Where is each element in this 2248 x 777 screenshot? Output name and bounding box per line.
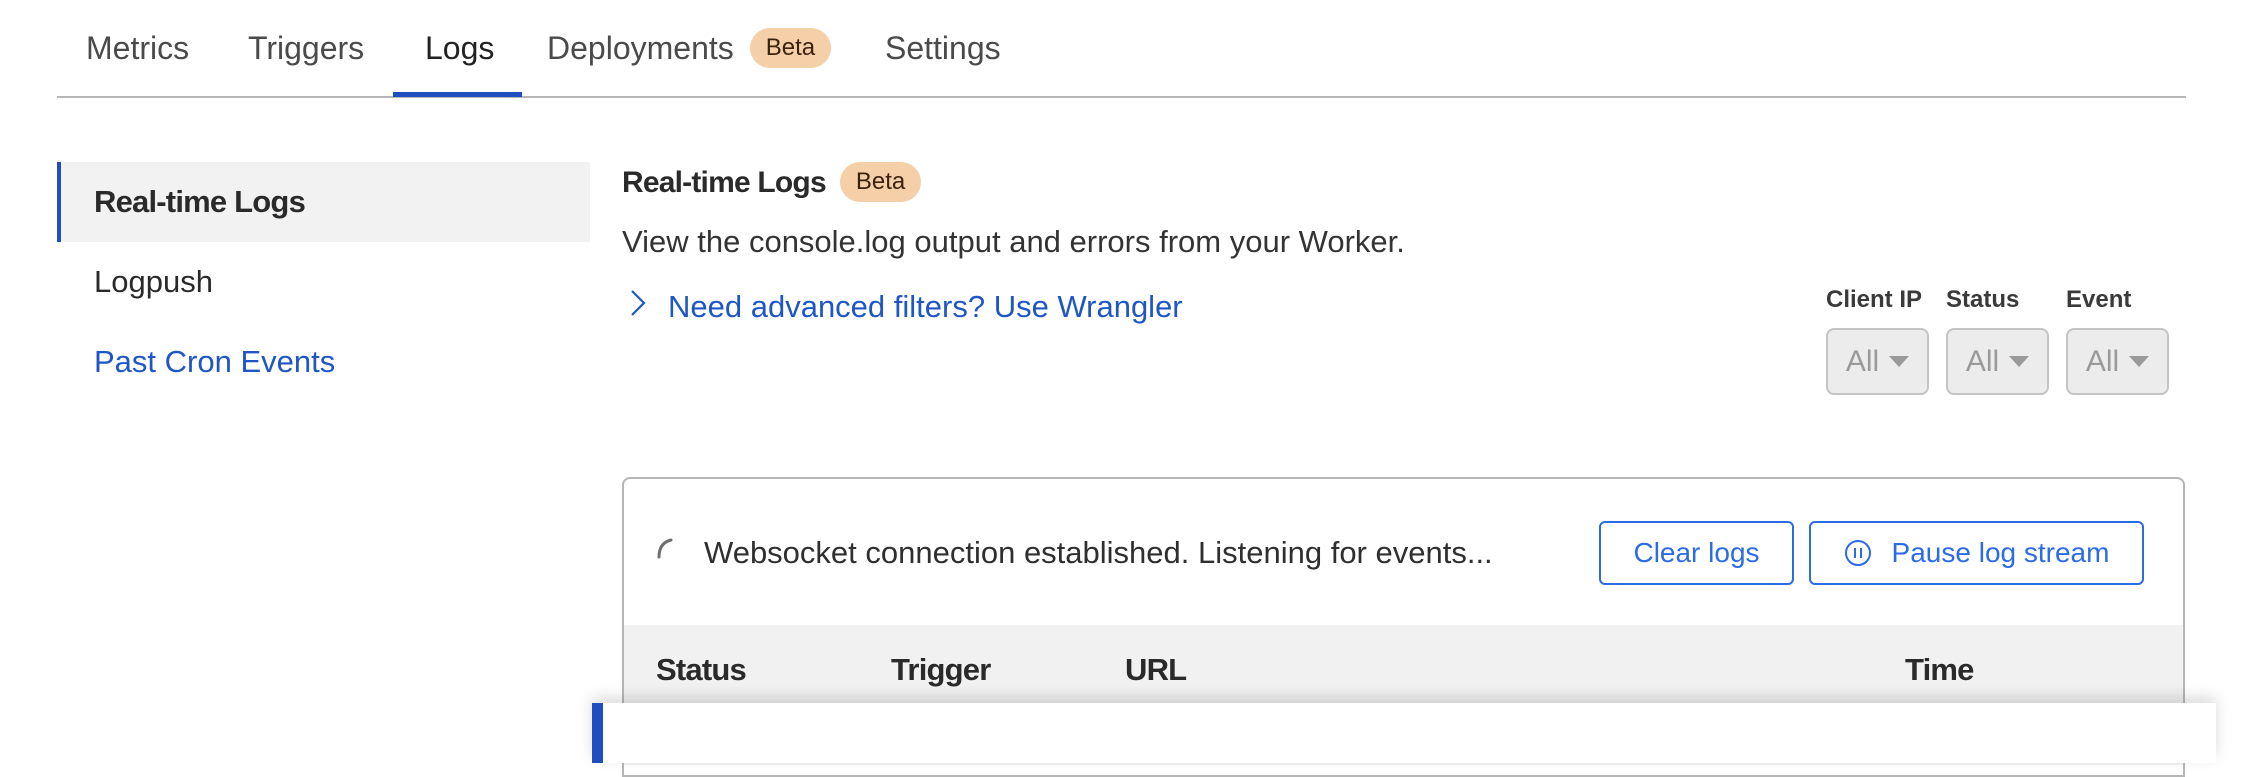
clear-logs-button[interactable]: Clear logs [1599, 521, 1794, 585]
tab-metrics[interactable]: Metrics [86, 24, 189, 72]
select-value: All [2085, 344, 2120, 378]
advanced-filters-link-text: Need advanced filters? Use Wrangler [668, 289, 1183, 324]
tab-bar: Metrics Triggers Logs Deployments Beta Se… [57, 0, 2186, 98]
active-tab-indicator [393, 92, 522, 97]
beta-badge: Beta [749, 27, 832, 68]
filter-status: Status All [1946, 284, 2049, 395]
column-header-time[interactable]: Time [1905, 647, 1974, 693]
tab-label: Settings [885, 30, 1001, 66]
event-select[interactable]: All [2066, 328, 2169, 395]
caret-down-icon [1889, 356, 1910, 367]
filter-label: Event [2066, 286, 2132, 313]
tab-logs[interactable]: Logs [425, 24, 494, 72]
logs-sidebar: Real-time Logs Logpush Past Cron Events [57, 162, 590, 402]
tab-deployments[interactable]: Deployments Beta [547, 24, 832, 72]
caret-down-icon [2129, 356, 2150, 367]
filter-client-ip: Client IP All [1826, 284, 1929, 395]
sidebar-item-real-time-logs[interactable]: Real-time Logs [57, 162, 590, 242]
select-value: All [1965, 344, 2000, 378]
column-header-trigger[interactable]: Trigger [891, 647, 991, 693]
pause-circle-icon [1844, 540, 1871, 566]
chevron-right-icon [622, 287, 654, 327]
pause-log-stream-button[interactable]: Pause log stream [1809, 521, 2144, 585]
column-header-url[interactable]: URL [1125, 647, 1187, 693]
sidebar-item-label: Logpush [94, 264, 213, 299]
advanced-filters-link[interactable]: Need advanced filters? Use Wrangler [622, 287, 1183, 327]
spinner-icon [657, 538, 673, 559]
page-title: Real-time Logs Beta [622, 160, 922, 206]
sidebar-item-label: Past Cron Events [94, 344, 336, 379]
caret-down-icon [2009, 356, 2030, 367]
tab-label: Triggers [248, 30, 365, 66]
connection-status-row: Websocket connection established. Listen… [624, 479, 2183, 625]
sidebar-item-past-cron-events[interactable]: Past Cron Events [57, 322, 590, 402]
button-label: Clear logs [1633, 537, 1760, 568]
tab-triggers[interactable]: Triggers [248, 24, 364, 72]
button-label: Pause log stream [1891, 537, 2110, 568]
bottom-overlay-panel [592, 703, 2216, 763]
tab-label: Deployments [547, 30, 734, 66]
sidebar-item-logpush[interactable]: Logpush [57, 242, 590, 322]
tab-label: Metrics [86, 30, 190, 66]
beta-badge: Beta [839, 162, 922, 203]
connection-status-text: Websocket connection established. Listen… [704, 535, 1493, 570]
filter-event: Event All [2066, 284, 2169, 395]
filter-label: Client IP [1826, 286, 1923, 313]
column-header-status[interactable]: Status [656, 647, 747, 693]
status-select[interactable]: All [1946, 328, 2049, 395]
filter-label: Status [1946, 286, 2020, 313]
tab-label: Logs [425, 30, 495, 66]
sidebar-item-label: Real-time Logs [94, 184, 306, 219]
tab-settings[interactable]: Settings [885, 24, 1001, 72]
page-title-text: Real-time Logs [622, 166, 827, 199]
select-value: All [1845, 344, 1880, 378]
client-ip-select[interactable]: All [1826, 328, 1929, 395]
page-description: View the console.log output and errors f… [622, 224, 1405, 259]
